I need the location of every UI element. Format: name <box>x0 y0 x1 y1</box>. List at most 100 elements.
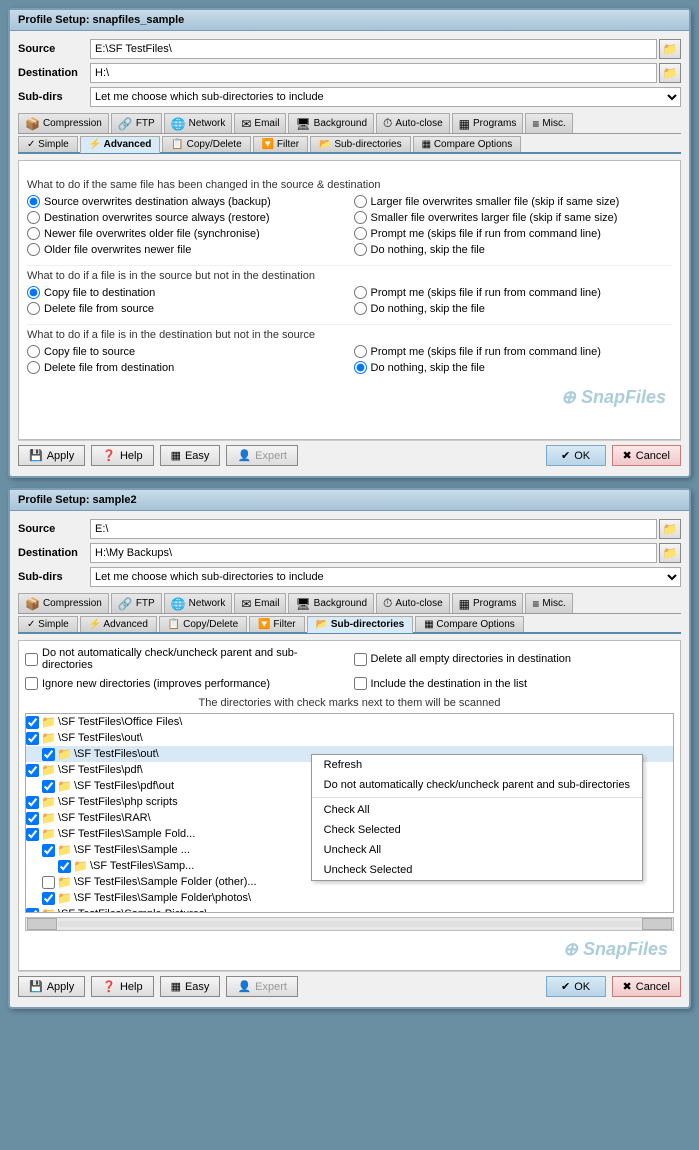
tree-item[interactable]: 📁 \SF TestFiles\Sample Folder\photos\ <box>26 890 673 906</box>
cb-delete-empty[interactable] <box>354 653 367 666</box>
tree-checkbox[interactable] <box>26 812 39 825</box>
radio-delete-from-dest[interactable] <box>27 361 40 374</box>
tab-background-2[interactable]: 🖥Background <box>288 593 374 613</box>
radio-smaller-overwrites[interactable] <box>354 211 367 224</box>
tree-checkbox[interactable] <box>26 732 39 745</box>
tree-checkbox[interactable] <box>26 764 39 777</box>
source-browse-button[interactable]: 📁 <box>659 39 681 59</box>
tab-background[interactable]: 🖥Background <box>288 113 374 133</box>
tab-misc[interactable]: ≡Misc. <box>525 113 572 133</box>
subdirs-select-2[interactable]: Let me choose which sub-directories to i… <box>90 567 681 587</box>
cb-ignore-new[interactable] <box>25 677 38 690</box>
context-no-auto-check[interactable]: Do not automatically check/uncheck paren… <box>312 775 642 795</box>
source-input[interactable] <box>90 39 657 59</box>
tab-compression[interactable]: 📦Compression <box>18 113 109 133</box>
expert-icon: 👤 <box>237 449 251 462</box>
tree-item[interactable]: 📁 \SF TestFiles\out\ <box>26 730 673 746</box>
easy-button-1[interactable]: ▦ Easy <box>160 445 221 466</box>
destination-input[interactable] <box>90 63 657 83</box>
radio-prompt-s2[interactable] <box>354 286 367 299</box>
radio-donothing-s1[interactable] <box>354 243 367 256</box>
tab-subdirectories-2[interactable]: 📂 Sub-directories <box>307 616 414 633</box>
tab-ftp-2[interactable]: 🔗FTP <box>111 593 162 613</box>
radio-older-overwrites[interactable] <box>27 243 40 256</box>
tree-checkbox[interactable] <box>26 716 39 729</box>
ok-button-1[interactable]: ✔ OK <box>546 445 606 466</box>
tab-advanced[interactable]: ⚡ Advanced <box>80 136 161 153</box>
subdirs-select[interactable]: Let me choose which sub-directories to i… <box>90 87 681 107</box>
tab-simple[interactable]: ✓ Simple <box>18 136 78 152</box>
horizontal-scrollbar[interactable] <box>25 917 674 931</box>
tab-compareoptions-2[interactable]: ▦ Compare Options <box>415 616 524 632</box>
tree-checkbox[interactable] <box>42 780 55 793</box>
tab-copydelete[interactable]: 📋 Copy/Delete <box>162 136 250 152</box>
tab-simple-2[interactable]: ✓ Simple <box>18 616 78 632</box>
context-check-all[interactable]: Check All <box>312 800 642 820</box>
radio-copy-to-source[interactable] <box>27 345 40 358</box>
tab-advanced-2[interactable]: ⚡ Advanced <box>80 616 157 632</box>
scrollbar-thumb-left[interactable] <box>27 918 57 930</box>
tree-item[interactable]: 📁 \SF TestFiles\Sample Pictures\ <box>26 906 673 913</box>
cb-include-dest[interactable] <box>354 677 367 690</box>
cancel-button-1[interactable]: ✖ Cancel <box>612 445 681 466</box>
tree-checkbox[interactable] <box>26 796 39 809</box>
tree-checkbox[interactable] <box>58 860 71 873</box>
radio-delete-from-source[interactable] <box>27 302 40 315</box>
tree-checkbox[interactable] <box>26 828 39 841</box>
directory-tree[interactable]: 📁 \SF TestFiles\Office Files\ 📁 \SF Test… <box>25 713 674 913</box>
apply-button-2[interactable]: 💾 Apply <box>18 976 85 997</box>
tab-compareoptions[interactable]: ▦ Compare Options <box>413 136 522 152</box>
tab-email-2[interactable]: ✉Email <box>234 593 286 613</box>
tab-programs-2[interactable]: ▦Programs <box>452 593 524 613</box>
source-browse-button-2[interactable]: 📁 <box>659 519 681 539</box>
ok-button-2[interactable]: ✔ OK <box>546 976 606 997</box>
tree-checkbox[interactable] <box>42 844 55 857</box>
destination-browse-button-2[interactable]: 📁 <box>659 543 681 563</box>
tab-ftp[interactable]: 🔗FTP <box>111 113 162 133</box>
context-refresh[interactable]: Refresh <box>312 755 642 775</box>
radio-source-overwrites[interactable] <box>27 195 40 208</box>
radio-prompt-s3[interactable] <box>354 345 367 358</box>
tree-checkbox[interactable] <box>26 908 39 914</box>
subdirs-label-2: Sub-dirs <box>18 571 90 583</box>
tab-filter[interactable]: 🔽 Filter <box>253 136 308 152</box>
help-button-1[interactable]: ❓ Help <box>91 445 153 466</box>
tab-filter-2[interactable]: 🔽 Filter <box>249 616 304 632</box>
bottom-bar-1: 💾 Apply ❓ Help ▦ Easy 👤 Expert ✔ OK ✖ <box>18 440 681 468</box>
cancel-button-2[interactable]: ✖ Cancel <box>612 976 681 997</box>
radio-prompt-s1[interactable] <box>354 227 367 240</box>
expert-button-1[interactable]: 👤 Expert <box>226 445 298 466</box>
cb-no-auto-check[interactable] <box>25 653 38 666</box>
radio-newer-overwrites[interactable] <box>27 227 40 240</box>
tree-checkbox[interactable] <box>42 876 55 889</box>
destination-browse-button[interactable]: 📁 <box>659 63 681 83</box>
tab-network-2[interactable]: 🌐Network <box>164 593 233 613</box>
tab-programs[interactable]: ▦Programs <box>452 113 524 133</box>
tree-checkbox[interactable] <box>42 748 55 761</box>
tab-autoclose-2[interactable]: ⏱Auto-close <box>376 593 450 613</box>
radio-donothing-s3[interactable] <box>354 361 367 374</box>
tab-email[interactable]: ✉Email <box>234 113 286 133</box>
context-check-selected[interactable]: Check Selected <box>312 820 642 840</box>
scrollbar-thumb-right[interactable] <box>642 918 672 930</box>
source-input-2[interactable] <box>90 519 657 539</box>
tab-compression-2[interactable]: 📦Compression <box>18 593 109 613</box>
help-button-2[interactable]: ❓ Help <box>91 976 153 997</box>
expert-button-2[interactable]: 👤 Expert <box>226 976 298 997</box>
easy-button-2[interactable]: ▦ Easy <box>160 976 221 997</box>
radio-larger-overwrites[interactable] <box>354 195 367 208</box>
apply-button-1[interactable]: 💾 Apply <box>18 445 85 466</box>
tree-item[interactable]: 📁 \SF TestFiles\Office Files\ <box>26 714 673 730</box>
tab-subdirectories[interactable]: 📂 Sub-directories <box>310 136 410 152</box>
context-uncheck-all[interactable]: Uncheck All <box>312 840 642 860</box>
tab-misc-2[interactable]: ≡Misc. <box>525 593 572 613</box>
radio-dest-overwrites[interactable] <box>27 211 40 224</box>
context-uncheck-selected[interactable]: Uncheck Selected <box>312 860 642 880</box>
destination-input-2[interactable] <box>90 543 657 563</box>
tree-checkbox[interactable] <box>42 892 55 905</box>
radio-donothing-s2[interactable] <box>354 302 367 315</box>
tab-autoclose[interactable]: ⏱Auto-close <box>376 113 450 133</box>
tab-network[interactable]: 🌐Network <box>164 113 233 133</box>
radio-copy-to-dest[interactable] <box>27 286 40 299</box>
tab-copydelete-2[interactable]: 📋 Copy/Delete <box>159 616 247 632</box>
